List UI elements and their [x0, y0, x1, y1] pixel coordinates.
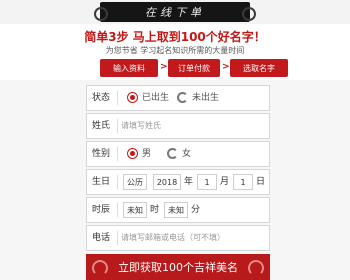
gender-male-radio[interactable]: [127, 148, 138, 159]
step-payment-button[interactable]: 订单付款: [168, 59, 220, 77]
step-input-info-button[interactable]: 输入资料: [100, 59, 158, 77]
promo-subline: 为您节省 学习起名知识所需的大量时间: [105, 46, 245, 55]
gender-female-option[interactable]: 女: [182, 142, 191, 166]
step-arrow-icon: >: [222, 62, 230, 72]
gender-male-option[interactable]: 男: [142, 142, 151, 166]
step-choose-name-button[interactable]: 选取名字: [230, 59, 288, 77]
day-unit: 日: [256, 177, 266, 187]
step-arrow-icon: >: [160, 62, 168, 72]
divider: [117, 203, 118, 217]
top-bar: 在线下单: [0, 0, 350, 24]
year-unit: 年: [184, 177, 194, 187]
surname-row: 姓氏 请填写姓氏: [86, 113, 270, 139]
status-unborn-option[interactable]: 未出生: [192, 86, 219, 110]
gender-label: 性别: [92, 149, 111, 159]
year-select[interactable]: 2018: [153, 174, 181, 190]
status-row: 状态 已出生 未出生: [86, 85, 270, 111]
minute-unit: 分: [191, 205, 201, 215]
promo-headline: 简单3步 马上取到100个好名字！: [84, 30, 266, 44]
hour-unit: 时: [150, 205, 160, 215]
month-unit: 月: [220, 177, 230, 187]
phone-row: 电话 请填写邮箱或电话（可不填）: [86, 225, 270, 251]
birthday-row: 生日 公历 2018 年 1 月 1 日: [86, 169, 270, 195]
day-select[interactable]: 1: [233, 174, 253, 190]
step-indicator: 输入资料 > 订单付款 > 选取名字: [100, 59, 290, 77]
gender-row: 性别 男 女: [86, 141, 270, 167]
divider: [117, 175, 118, 189]
status-born-option[interactable]: 已出生: [142, 86, 169, 110]
surname-input[interactable]: 请填写姓氏: [121, 114, 161, 138]
submit-button[interactable]: 立即获取100个吉祥美名: [86, 254, 270, 280]
minute-select[interactable]: 未知: [164, 202, 188, 218]
status-born-radio[interactable]: [127, 92, 138, 103]
page-title: 在线下单: [145, 6, 205, 19]
phone-label: 电话: [92, 233, 111, 243]
gender-female-radio[interactable]: [167, 148, 178, 159]
divider: [117, 147, 118, 161]
hour-select[interactable]: 未知: [123, 202, 147, 218]
divider: [117, 91, 118, 105]
calendar-select[interactable]: 公历: [123, 174, 147, 190]
divider: [117, 231, 118, 245]
phone-input[interactable]: 请填写邮箱或电话（可不填）: [121, 226, 225, 250]
status-label: 状态: [92, 93, 111, 103]
time-row: 时辰 未知 时 未知 分: [86, 197, 270, 223]
divider: [117, 119, 118, 133]
month-select[interactable]: 1: [197, 174, 217, 190]
title-banner: 在线下单: [94, 2, 256, 22]
status-unborn-radio[interactable]: [177, 92, 188, 103]
surname-label: 姓氏: [92, 121, 111, 131]
birthday-label: 生日: [92, 177, 111, 187]
time-label: 时辰: [92, 205, 111, 215]
